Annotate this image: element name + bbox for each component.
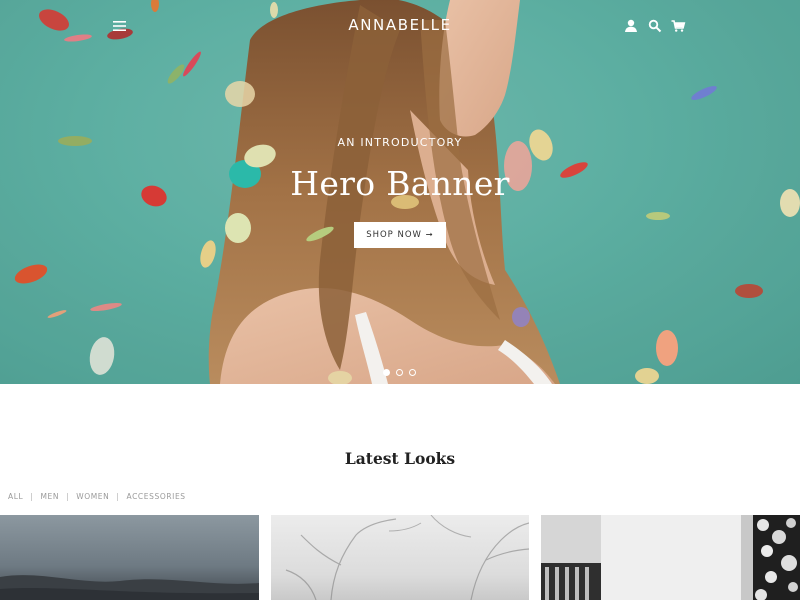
filter-separator: | [116, 492, 120, 501]
hero-subtitle: AN INTRODUCTORY [337, 136, 463, 149]
filter-separator: | [30, 492, 34, 501]
section-title: Latest Looks [344, 449, 456, 468]
look-tile-image[interactable] [0, 515, 259, 600]
look-image [0, 575, 259, 600]
collection-filters: ALL | MEN | WOMEN | ACCESSORIES [8, 492, 186, 501]
site-header: ANNABELLE [0, 0, 800, 52]
filter-separator: | [66, 492, 70, 501]
search-icon[interactable] [647, 18, 663, 34]
slideshow-dots [383, 369, 416, 376]
look-image [285, 515, 529, 600]
filter-all[interactable]: ALL [8, 492, 23, 501]
look-tile-image[interactable] [541, 515, 800, 600]
hero-content: AN INTRODUCTORY Hero Banner SHOP NOW ➞ [0, 136, 800, 248]
hamburger-menu-icon[interactable] [110, 16, 130, 36]
slide-dot-3[interactable] [409, 369, 416, 376]
hero-title: Hero Banner [290, 164, 510, 203]
looks-grid [0, 515, 800, 600]
filter-accessories[interactable]: ACCESSORIES [126, 492, 185, 501]
slide-dot-2[interactable] [396, 369, 403, 376]
slide-dot-1[interactable] [383, 369, 390, 376]
cart-icon[interactable] [670, 18, 686, 34]
account-icon[interactable] [623, 18, 639, 34]
look-image [541, 515, 800, 600]
filter-women[interactable]: WOMEN [76, 492, 109, 501]
filter-men[interactable]: MEN [40, 492, 59, 501]
shop-now-button[interactable]: SHOP NOW ➞ [354, 222, 446, 248]
hero-banner: ANNABELLE AN INTRODUCTORY Hero Banner SH… [0, 0, 800, 384]
look-tile-image[interactable] [271, 515, 529, 600]
